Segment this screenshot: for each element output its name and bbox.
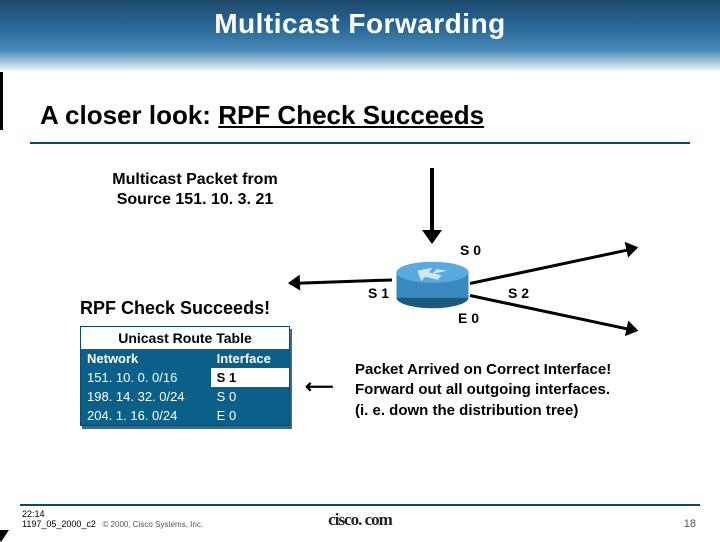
conclusion-line3: (i. e. down the distribution tree) bbox=[355, 401, 695, 421]
table-header-network: Network bbox=[81, 349, 211, 368]
outgoing-arrow-upper-right bbox=[470, 247, 637, 285]
divider bbox=[30, 142, 690, 144]
table-header-interface: Interface bbox=[211, 349, 289, 368]
footer: 22:14 1197_05_2000_c2 © 2000, Cisco Syst… bbox=[0, 504, 720, 534]
interface-s1-label: S 1 bbox=[368, 285, 389, 301]
outgoing-arrow-left bbox=[290, 278, 392, 285]
interface-s0-label: S 0 bbox=[460, 242, 481, 258]
subtitle-prefix: A closer look: bbox=[40, 100, 218, 130]
cell-network: 198. 14. 32. 0/24 bbox=[81, 387, 211, 406]
route-table-body: Network Interface 151. 10. 0. 0/16 S 1 1… bbox=[81, 349, 289, 425]
footer-page-number: 18 bbox=[684, 518, 696, 530]
subtitle: A closer look: RPF Check Succeeds bbox=[40, 100, 680, 131]
footer-center: cisco. com bbox=[0, 510, 720, 530]
router-icon bbox=[395, 260, 470, 310]
cell-interface-highlight: S 1 bbox=[211, 368, 289, 387]
conclusion-line1: Packet Arrived on Correct Interface! bbox=[355, 360, 695, 380]
table-title: Unicast Route Table bbox=[81, 327, 289, 349]
subtitle-emph: RPF Check Succeeds bbox=[218, 100, 484, 130]
conclusion-text: Packet Arrived on Correct Interface! For… bbox=[355, 360, 695, 421]
header-band: Multicast Forwarding bbox=[0, 0, 720, 72]
unicast-route-table: Unicast Route Table Network Interface 15… bbox=[80, 326, 290, 426]
incoming-arrow bbox=[430, 168, 434, 242]
interface-s2-label: S 2 bbox=[508, 285, 529, 301]
table-row: 151. 10. 0. 0/16 S 1 bbox=[81, 368, 289, 387]
outgoing-arrow-lower-right bbox=[470, 294, 637, 332]
table-header-row: Network Interface bbox=[81, 349, 289, 368]
table-row: 198. 14. 32. 0/24 S 0 bbox=[81, 387, 289, 406]
cell-network: 204. 1. 16. 0/24 bbox=[81, 406, 211, 425]
cell-network: 151. 10. 0. 0/16 bbox=[81, 368, 211, 387]
cell-interface: S 0 bbox=[211, 387, 289, 406]
interface-e0-label: E 0 bbox=[458, 310, 479, 326]
cisco-logo: cisco. com bbox=[328, 510, 392, 529]
table-row: 204. 1. 16. 0/24 E 0 bbox=[81, 406, 289, 425]
highlight-arrow-icon: ⟵ bbox=[305, 374, 334, 399]
packet-source-label: Multicast Packet from Source 151. 10. 3.… bbox=[85, 170, 305, 210]
page-title: Multicast Forwarding bbox=[0, 0, 720, 40]
footer-divider bbox=[20, 504, 700, 506]
packet-label-line1: Multicast Packet from bbox=[112, 171, 277, 188]
outgoing-arrow-down bbox=[0, 72, 3, 130]
rpf-succeeds-label: RPF Check Succeeds! bbox=[80, 298, 270, 319]
conclusion-line2: Forward out all outgoing interfaces. bbox=[355, 380, 695, 400]
cell-interface: E 0 bbox=[211, 406, 289, 425]
packet-label-line2: Source 151. 10. 3. 21 bbox=[117, 191, 274, 208]
